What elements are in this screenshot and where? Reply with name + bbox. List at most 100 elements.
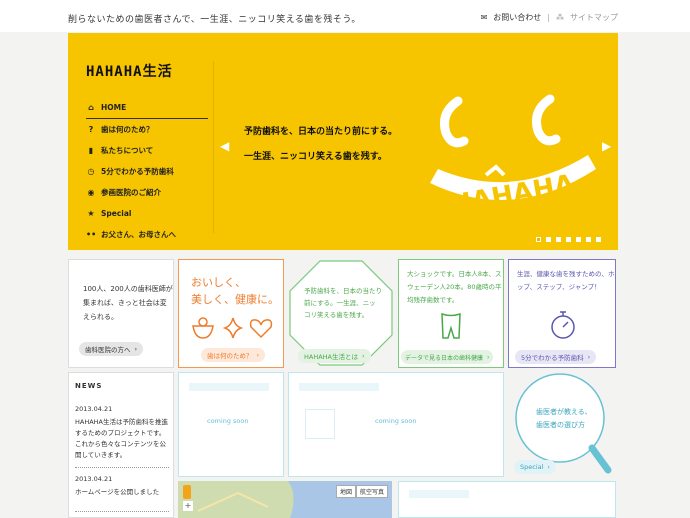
tooth-purpose-button[interactable]: 歯は何のため？ › <box>201 348 266 362</box>
button-label: データで見る日本の歯科健康 <box>405 354 484 362</box>
smiley-face-illustration: HAHAHA <box>430 94 596 221</box>
sitemap-link[interactable]: サイトマップ <box>570 12 618 23</box>
hahaha-life-button[interactable]: HAHAHA生活とは › <box>298 349 371 363</box>
nav-label: 参画医院のご紹介 <box>101 188 161 197</box>
catch-copy-1: 予防歯科を、日本の当たり前にする。 <box>244 127 398 137</box>
hahaha-life-text: 予防歯科を、日本の当たり前にする。一生涯、ニッコリ笑える歯を残す。 <box>304 287 382 319</box>
satellite-tab[interactable]: 航空写真 <box>356 485 389 498</box>
top-links: ✉ お問い合わせ | ⁂ サイトマップ <box>481 12 618 23</box>
catch-copy-2: 一生涯、ニッコリ笑える歯を残す。 <box>244 152 387 162</box>
map-type-tabs: 地図 航空写真 <box>336 485 389 498</box>
slide-dot[interactable] <box>586 237 591 242</box>
news-panel: NEWS 2013.04.21 HAHAHA生活は予防歯科を推進するためのプロジ… <box>68 372 174 518</box>
mail-icon: ✉ <box>480 13 488 22</box>
divider <box>213 61 214 233</box>
prev-slide-button[interactable]: ◀ <box>220 139 229 153</box>
five-minutes-button[interactable]: 5分でわかる予防歯科 › <box>515 350 597 364</box>
site-tagline: 削らないための歯医者さんで、一生涯、ニッコリ笑える歯を残そう。 <box>68 15 361 25</box>
tooth-purpose-text: おいしく、美しく、健康に。 <box>191 274 279 308</box>
next-slide-button[interactable]: ▶ <box>602 139 611 153</box>
text-line: 美しく、健康に。 <box>191 293 279 306</box>
news-body[interactable]: ホームページを公開しました <box>75 487 171 498</box>
nav-label: Special <box>101 209 132 218</box>
chevron-right-icon: › <box>587 353 591 361</box>
map-widget[interactable]: + 地図 航空写真 <box>178 481 392 518</box>
chevron-right-icon: › <box>362 352 365 360</box>
news-date: 2013.04.21 <box>75 475 113 483</box>
family-icon: •• <box>86 230 97 239</box>
site-logo[interactable]: HAHAHA生活 <box>86 61 173 81</box>
nav-item-about[interactable]: ▮ 私たちについて <box>86 140 208 161</box>
main-nav: ⌂ HOME ? 歯は何のため？ ▮ 私たちについて ◷ 5分でわかる予防歯科 ◉ 参画医… <box>86 97 208 245</box>
hero-banner: HAHAHA生活 ⌂ HOME ? 歯は何のため？ ▮ 私たちについて ◷ 5分でわかる… <box>68 33 618 250</box>
data-text: 大ショックです。日本人8本、スウェーデン人20本。80歳時の平均残存歯数です。 <box>407 270 502 304</box>
chevron-right-icon: › <box>487 353 490 361</box>
map-tab[interactable]: 地図 <box>336 485 357 498</box>
doctors-card[interactable]: 100人、200人の歯科医師が集まれば、きっと社会は変えられる。 歯科医院の方へ… <box>68 259 174 368</box>
five-minutes-text: 生涯、健康な歯を残すための、ホップ、ステップ、ジャンプ！ <box>517 270 615 291</box>
coming-soon-label: coming soon <box>207 417 249 425</box>
face-text: HAHAHA <box>448 169 577 220</box>
news-heading: NEWS <box>75 382 103 390</box>
nav-label: お父さん、お母さんへ <box>101 230 176 239</box>
slide-dot[interactable] <box>536 237 541 242</box>
slide-dot[interactable] <box>596 237 601 242</box>
data-card[interactable]: 大ショックです。日本人8本、スウェーデン人20本。80歳時の平均残存歯数です。 … <box>398 259 504 368</box>
divider <box>75 511 169 512</box>
star-icon: ★ <box>87 209 95 218</box>
slide-dot[interactable] <box>556 237 561 242</box>
slide-dot[interactable] <box>566 237 571 242</box>
stopwatch-icon <box>551 311 575 339</box>
doctors-text: 100人、200人の歯科医師が集まれば、きっと社会は変えられる。 <box>83 285 173 321</box>
clock-icon: ◷ <box>87 167 95 176</box>
button-label: Special <box>520 463 544 471</box>
hospital-icon: ◉ <box>87 188 95 197</box>
news-body[interactable]: HAHAHA生活は予防歯科を推進するためのプロジェクトです。これから色々なコンテ… <box>75 417 171 461</box>
sitemap-icon: ⁂ <box>556 13 564 22</box>
slide-dot[interactable] <box>546 237 551 242</box>
text-line: おいしく、 <box>191 276 246 289</box>
bottom-right-card <box>398 481 616 518</box>
placeholder-bar <box>299 383 379 391</box>
nav-item-parents[interactable]: •• お父さん、お母さんへ <box>86 224 208 245</box>
nav-item-home[interactable]: ⌂ HOME <box>86 97 208 119</box>
food-sparkle-heart-icon <box>192 317 273 339</box>
button-label: 5分でわかる予防歯科 <box>521 354 584 362</box>
placeholder-bar <box>189 383 269 391</box>
nav-label: 歯は何のため？ <box>101 125 154 134</box>
special-card[interactable]: 歯医者が教える、 歯医者の選び方 Special › <box>508 372 618 477</box>
data-button[interactable]: データで見る日本の歯科健康 › <box>401 350 494 364</box>
tooth-icon <box>441 312 461 339</box>
slide-dot[interactable] <box>576 237 581 242</box>
nav-item-five-minutes[interactable]: ◷ 5分でわかる予防歯科 <box>86 161 208 182</box>
nav-label: HOME <box>101 103 127 112</box>
home-icon: ⌂ <box>88 103 94 112</box>
divider <box>75 467 169 468</box>
text-line: 歯医者が教える、 <box>536 408 592 416</box>
divider: | <box>547 13 550 22</box>
nav-item-clinics[interactable]: ◉ 参画医院のご紹介 <box>86 182 208 203</box>
nav-item-tooth-purpose[interactable]: ? 歯は何のため？ <box>86 119 208 140</box>
placeholder-bar <box>409 490 469 498</box>
special-text: 歯医者が教える、 歯医者の選び方 <box>536 406 592 432</box>
slide-indicators[interactable] <box>536 237 601 242</box>
button-label: 歯科医院の方へ <box>85 346 131 354</box>
doctors-button[interactable]: 歯科医院の方へ › <box>79 342 144 356</box>
check-icon <box>305 409 335 439</box>
five-minutes-card[interactable]: 生涯、健康な歯を残すための、ホップ、ステップ、ジャンプ！ 5分でわかる予防歯科 › <box>508 259 616 368</box>
button-label: HAHAHA生活とは <box>304 353 359 361</box>
nav-item-special[interactable]: ★ Special <box>86 203 208 224</box>
street-view-icon[interactable] <box>183 485 191 499</box>
nav-label: 私たちについて <box>101 146 154 155</box>
zoom-in-button[interactable]: + <box>183 501 193 511</box>
special-button[interactable]: Special › <box>514 460 557 474</box>
nav-label: 5分でわかる予防歯科 <box>101 167 174 176</box>
contact-link[interactable]: お問い合わせ <box>493 12 541 23</box>
question-icon: ? <box>88 125 94 134</box>
chevron-right-icon: › <box>134 345 138 353</box>
speech-icon: ▮ <box>88 146 94 155</box>
button-label: 歯は何のため？ <box>207 352 253 360</box>
hahaha-life-card[interactable]: 予防歯科を、日本の当たり前にする。一生涯、ニッコリ笑える歯を残す。 HAHAHA… <box>288 259 394 368</box>
tooth-purpose-card[interactable]: おいしく、美しく、健康に。 歯は何のため？ › <box>178 259 284 368</box>
chevron-right-icon: › <box>547 463 551 471</box>
